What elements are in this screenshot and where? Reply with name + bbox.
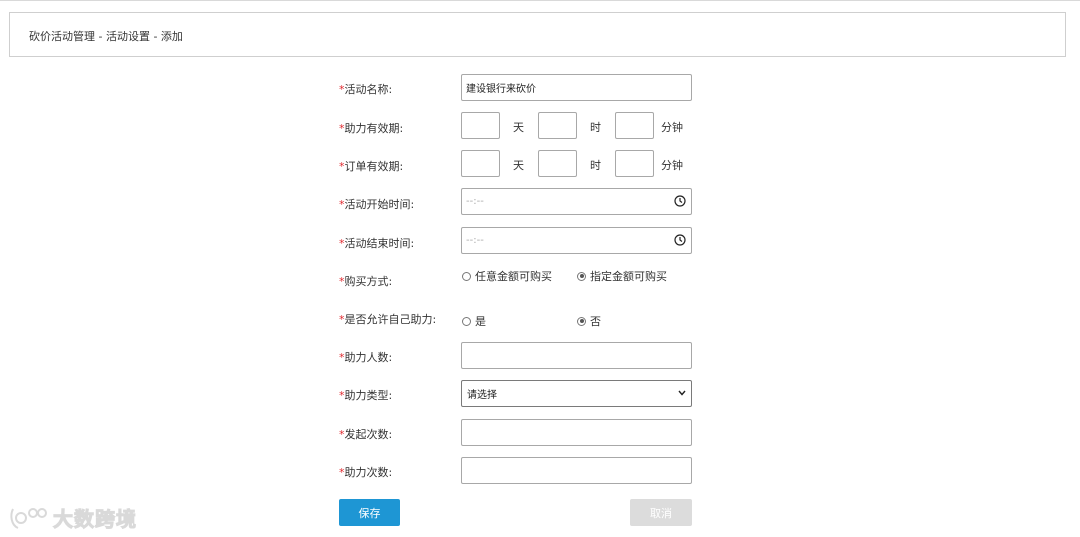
assist-validity-minute-unit: 分钟	[661, 121, 683, 134]
end-time-input[interactable]: --:--	[461, 227, 692, 254]
watermark-logo-icon	[10, 507, 47, 529]
start-time-label: *活动开始时间:	[339, 198, 415, 211]
order-validity-label: *订单有效期:	[339, 160, 404, 173]
breadcrumb-panel: 砍价活动管理 - 活动设置 - 添加	[9, 12, 1066, 57]
order-validity-hour-input[interactable]	[538, 150, 577, 177]
chevron-down-icon	[678, 390, 686, 396]
assist-type-select[interactable]: 请选择	[461, 380, 692, 407]
radio-checked-icon[interactable]	[577, 316, 586, 326]
assist-validity-minute-input[interactable]	[615, 112, 654, 139]
assist-validity-hour-input[interactable]	[538, 112, 577, 139]
purchase-method-label: *购买方式:	[339, 275, 393, 288]
save-button[interactable]: 保存	[339, 499, 400, 526]
radio-checked-icon[interactable]	[577, 271, 586, 281]
order-validity-minute-input[interactable]	[615, 150, 654, 177]
clock-icon[interactable]	[674, 234, 686, 246]
assist-validity-day-unit: 天	[513, 121, 524, 134]
assist-type-label: *助力类型:	[339, 389, 393, 402]
watermark: 大数跨境	[9, 503, 137, 532]
assist-count-label: *助力次数:	[339, 466, 393, 479]
assist-people-input[interactable]	[461, 342, 692, 369]
radio-unchecked-icon[interactable]	[462, 271, 471, 281]
assist-validity-hour-unit: 时	[590, 121, 601, 134]
purchase-any-amount-radio[interactable]: 任意金额可购买	[462, 268, 552, 284]
clock-icon[interactable]	[674, 195, 686, 207]
assist-people-label: *助力人数:	[339, 351, 393, 364]
assist-validity-label: *助力有效期:	[339, 122, 404, 135]
radio-unchecked-icon[interactable]	[462, 316, 471, 326]
top-divider	[0, 0, 1080, 1]
allow-self-assist-label: *是否允许自己助力:	[339, 313, 437, 326]
breadcrumb: 砍价活动管理 - 活动设置 - 添加	[29, 30, 183, 43]
activity-name-input[interactable]: 建设银行来砍价	[461, 74, 692, 101]
end-time-label: *活动结束时间:	[339, 237, 415, 250]
start-time-input[interactable]: --:--	[461, 188, 692, 215]
allow-self-assist-no-radio[interactable]: 否	[577, 313, 601, 329]
assist-validity-day-input[interactable]	[461, 112, 500, 139]
order-validity-hour-unit: 时	[590, 159, 601, 172]
activity-name-label: *活动名称:	[339, 83, 393, 96]
order-validity-day-input[interactable]	[461, 150, 500, 177]
assist-count-input[interactable]	[461, 457, 692, 484]
allow-self-assist-yes-radio[interactable]: 是	[462, 313, 486, 329]
order-validity-minute-unit: 分钟	[661, 159, 683, 172]
purchase-fixed-amount-radio[interactable]: 指定金额可购买	[577, 268, 667, 284]
launch-count-label: *发起次数:	[339, 428, 393, 441]
launch-count-input[interactable]	[461, 419, 692, 446]
cancel-button[interactable]: 取消	[630, 499, 692, 526]
order-validity-day-unit: 天	[513, 159, 524, 172]
